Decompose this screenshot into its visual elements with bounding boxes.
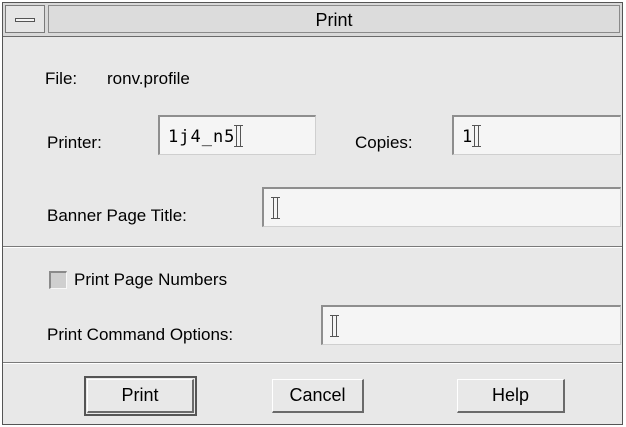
text-cursor-icon bbox=[271, 197, 280, 219]
file-name: ronv.profile bbox=[107, 69, 190, 88]
window-menu-icon bbox=[15, 18, 35, 22]
command-options-value bbox=[330, 315, 339, 337]
printer-value: 1j4_n5 bbox=[168, 125, 244, 147]
printer-field[interactable]: 1j4_n5 bbox=[158, 115, 316, 155]
page-numbers-label: Print Page Numbers bbox=[74, 270, 228, 289]
help-button[interactable]: Help bbox=[457, 379, 565, 413]
text-cursor-icon bbox=[330, 315, 339, 337]
window-title: Print bbox=[315, 10, 353, 30]
file-label: File: bbox=[45, 69, 78, 88]
banner-title-label: Banner Page Title: bbox=[47, 206, 187, 225]
text-cursor-icon bbox=[472, 125, 482, 147]
page-numbers-checkbox[interactable] bbox=[49, 271, 67, 289]
separator bbox=[3, 362, 622, 364]
banner-title-value bbox=[271, 197, 280, 219]
window-menu-button[interactable] bbox=[5, 5, 45, 33]
title-bar: Print bbox=[3, 3, 622, 37]
command-options-label: Print Command Options: bbox=[47, 325, 234, 344]
text-cursor-icon bbox=[234, 125, 244, 147]
cancel-button[interactable]: Cancel bbox=[272, 379, 364, 413]
printer-label: Printer: bbox=[47, 133, 102, 152]
title-area[interactable]: Print bbox=[48, 5, 620, 33]
copies-value: 1 bbox=[462, 125, 482, 147]
separator bbox=[3, 246, 622, 248]
command-options-field[interactable] bbox=[321, 305, 621, 345]
banner-title-field[interactable] bbox=[262, 187, 621, 227]
copies-field[interactable]: 1 bbox=[452, 115, 621, 155]
print-button[interactable]: Print bbox=[84, 376, 197, 416]
print-dialog: Print File: ronv.profile Printer: 1j4_n5… bbox=[2, 2, 623, 425]
copies-label: Copies: bbox=[355, 133, 413, 152]
